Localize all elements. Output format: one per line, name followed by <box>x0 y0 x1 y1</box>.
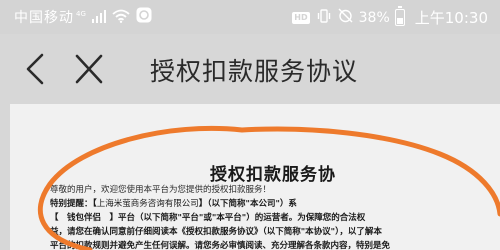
document-greeting: 尊敬的用户，欢迎您使用本平台为您提供的授权扣款服务！ <box>50 185 272 195</box>
alarm-mute-icon <box>338 8 353 27</box>
document-line-platform: 【 钱包伴侣 】平台（以下简称"平台"或"本平台"）的运营者。为保障您的合法权 <box>50 213 366 223</box>
battery-icon <box>394 6 405 26</box>
document-heading: 授权扣款服务协 <box>210 165 336 185</box>
status-right: HD 38% 上午10:30 <box>292 6 488 28</box>
document-line-consent: 益，请您在确认同意前仔细阅读本《授权扣款服务协议》（以下简称"本协议"），以了解… <box>50 227 382 237</box>
company-name: 上海米萤商务咨询有限公司 <box>96 199 199 209</box>
document-line-rules: 平台的扣款规则并避免产生任何误解。请您务必审慎阅读、充分理解各条款内容，特别是免 <box>50 241 391 250</box>
status-bar: 中国移动 4G HD 38% 上午10:30 <box>0 0 500 34</box>
carrier-name: 中国移动 <box>14 10 74 26</box>
close-icon <box>75 54 103 84</box>
title-bar: 授权扣款服务协议 <box>0 34 500 104</box>
network-type: 4G <box>76 10 86 18</box>
status-left: 中国移动 4G <box>14 7 152 27</box>
document-paper: 授权扣款服务协 尊敬的用户，欢迎您使用本平台为您提供的授权扣款服务！ 特别提醒：… <box>10 104 500 250</box>
hd-badge: HD <box>292 11 310 24</box>
page-title: 授权扣款服务协议 <box>150 57 359 86</box>
app-notification-icon <box>136 7 152 27</box>
wifi-icon <box>112 8 130 27</box>
close-button[interactable] <box>72 52 106 86</box>
battery-percentage: 38% <box>358 9 390 26</box>
document-area[interactable]: 授权扣款服务协 尊敬的用户，欢迎您使用本平台为您提供的授权扣款服务！ 特别提醒：… <box>0 104 500 250</box>
document-notice-line: 特别提醒：【上海米萤商务咨询有限公司】（以下简称"本公司"）系 <box>50 199 297 210</box>
signal-icon <box>91 8 106 27</box>
back-button[interactable] <box>22 52 52 86</box>
notice-prefix: 特别提醒：【 <box>50 199 97 209</box>
clock: 上午10:30 <box>414 9 488 27</box>
back-arrow-icon <box>26 53 44 85</box>
vibrate-icon <box>316 8 332 27</box>
notice-suffix: 】（以下简称"本公司"）系 <box>198 199 297 209</box>
